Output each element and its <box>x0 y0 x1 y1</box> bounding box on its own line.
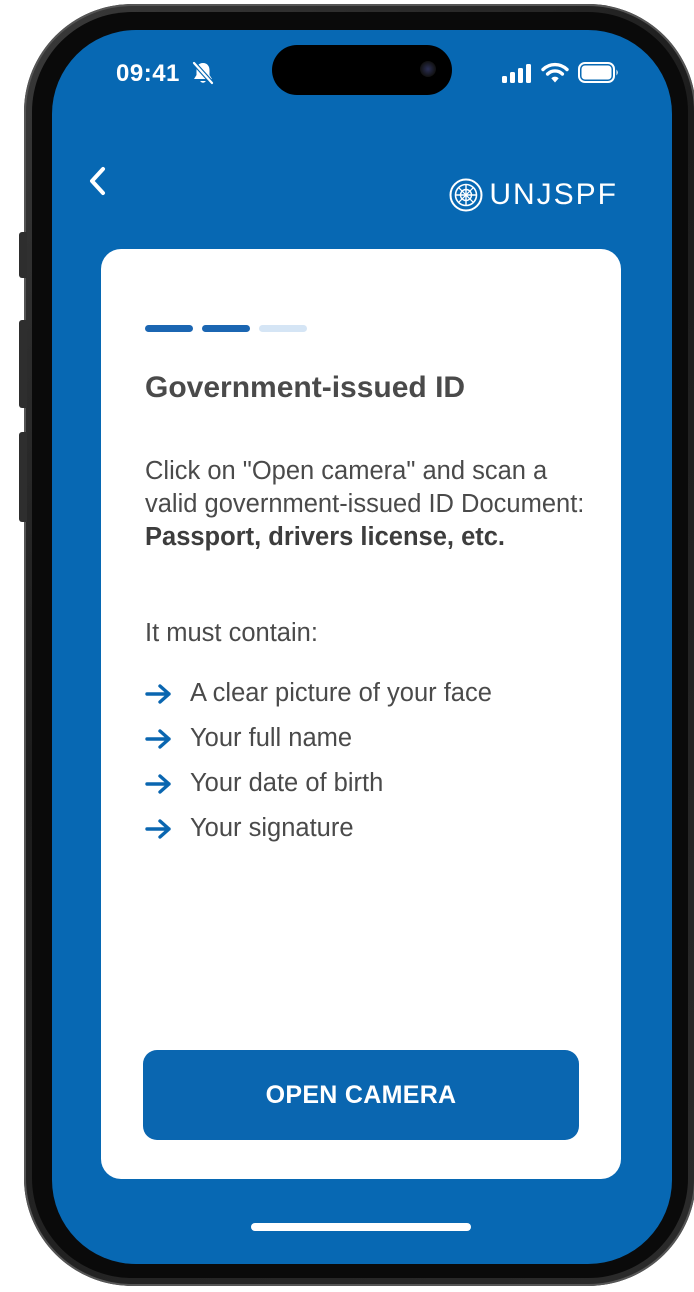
list-item: A clear picture of your face <box>145 671 492 716</box>
status-icons <box>502 62 620 83</box>
dynamic-island <box>272 45 452 95</box>
wifi-icon <box>541 62 569 83</box>
battery-icon <box>578 62 618 83</box>
progress-step-pending <box>259 325 307 332</box>
volume-down-button <box>19 432 27 522</box>
requirement-label: Your signature <box>190 814 354 842</box>
requirement-label: A clear picture of your face <box>190 679 492 707</box>
app-screen: 09:41 UNJSPF Government-issued ID Click … <box>52 30 672 1264</box>
arrow-right-icon <box>145 818 171 839</box>
cellular-signal-icon <box>502 63 531 83</box>
un-emblem-icon <box>449 178 483 212</box>
arrow-right-icon <box>145 683 171 704</box>
step-progress-indicator <box>145 325 307 332</box>
open-camera-button[interactable]: OPEN CAMERA <box>143 1050 579 1140</box>
intro-text: Click on "Open camera" and scan a valid … <box>145 455 595 554</box>
action-button <box>19 232 27 278</box>
card-title: Government-issued ID <box>145 371 466 404</box>
arrow-right-icon <box>145 728 171 749</box>
requirement-label: Your full name <box>190 724 353 752</box>
brand-name: UNJSPF <box>489 178 618 211</box>
brand-logo: UNJSPF <box>449 178 618 212</box>
bell-slash-icon <box>192 61 214 85</box>
home-indicator[interactable] <box>251 1223 471 1231</box>
progress-step-complete <box>202 325 250 332</box>
requirements-heading: It must contain: <box>145 619 318 647</box>
instruction-card: Government-issued ID Click on "Open came… <box>101 249 621 1179</box>
list-item: Your date of birth <box>145 761 492 806</box>
front-camera <box>420 61 436 77</box>
list-item: Your full name <box>145 716 492 761</box>
back-button[interactable] <box>84 164 112 198</box>
volume-up-button <box>19 320 27 408</box>
intro-text-main: Click on "Open camera" and scan a valid … <box>145 457 585 518</box>
list-item: Your signature <box>145 806 492 851</box>
requirements-list: A clear picture of your face Your full n… <box>145 671 492 851</box>
chevron-left-icon <box>90 167 105 195</box>
status-time: 09:41 <box>116 60 180 87</box>
arrow-right-icon <box>145 773 171 794</box>
requirement-label: Your date of birth <box>190 769 384 797</box>
intro-text-emphasis: Passport, drivers license, etc. <box>145 523 506 551</box>
progress-step-complete <box>145 325 193 332</box>
